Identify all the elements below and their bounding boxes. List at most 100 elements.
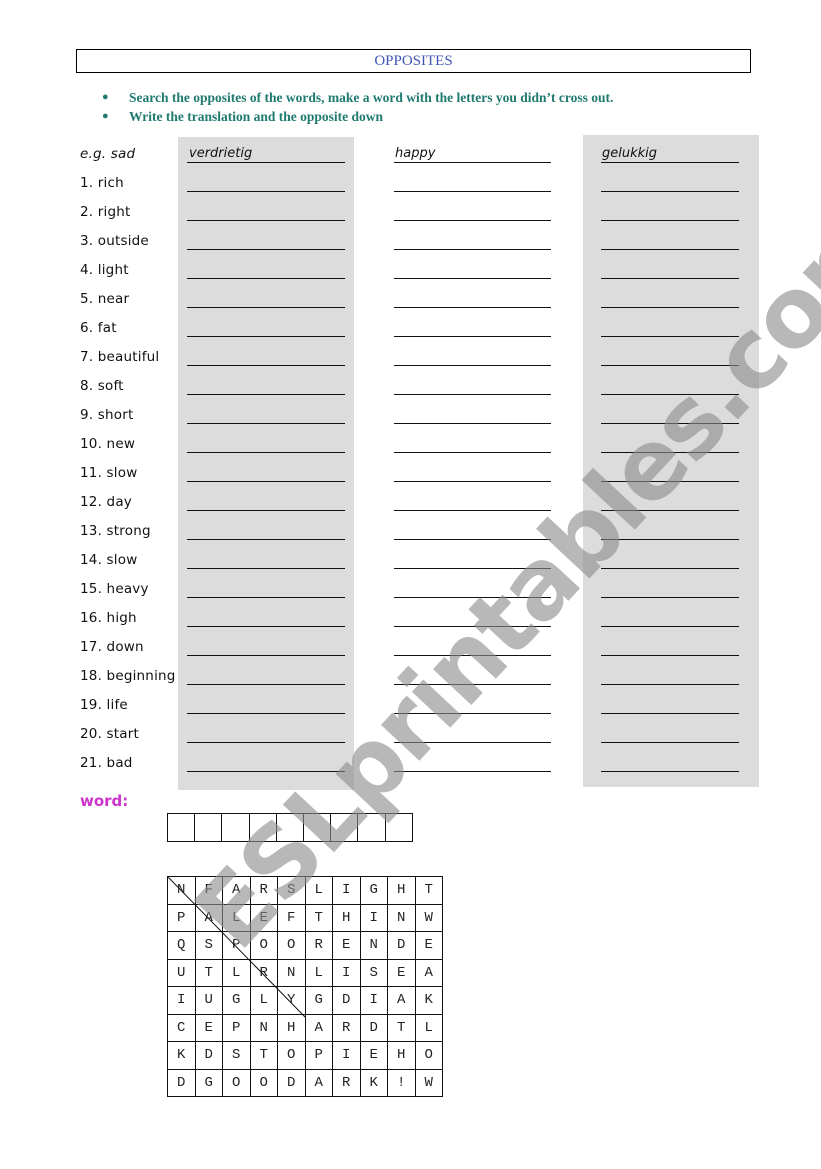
answer-line-opposite-translation[interactable]	[601, 771, 739, 772]
answer-line-opposite[interactable]	[394, 191, 551, 192]
grid-cell[interactable]: N	[167, 876, 196, 905]
answer-line-translation[interactable]	[187, 713, 345, 714]
grid-cell[interactable]: T	[387, 1013, 416, 1042]
grid-cell[interactable]: U	[194, 986, 223, 1015]
grid-cell[interactable]: E	[387, 958, 416, 987]
grid-cell[interactable]: O	[414, 1041, 443, 1070]
answer-line-opposite[interactable]	[394, 626, 551, 627]
grid-cell[interactable]: K	[359, 1068, 388, 1097]
answer-line-opposite-translation[interactable]	[601, 307, 739, 308]
grid-cell[interactable]: E	[332, 931, 361, 960]
answer-line-opposite-translation[interactable]	[601, 278, 739, 279]
answer-line-opposite-translation[interactable]	[601, 626, 739, 627]
grid-cell[interactable]: R	[332, 1068, 361, 1097]
answer-line-opposite-translation[interactable]	[601, 423, 739, 424]
answer-line-translation[interactable]	[187, 597, 345, 598]
grid-cell[interactable]: H	[277, 1013, 306, 1042]
grid-cell[interactable]: U	[167, 958, 196, 987]
answer-line-opposite-translation[interactable]	[601, 481, 739, 482]
word-letter-box[interactable]	[250, 814, 277, 841]
grid-cell[interactable]: L	[304, 876, 333, 905]
grid-cell[interactable]: L	[222, 958, 251, 987]
answer-line-opposite-translation[interactable]	[601, 684, 739, 685]
grid-cell[interactable]: W	[414, 1068, 443, 1097]
answer-line-opposite[interactable]	[394, 278, 551, 279]
answer-line-opposite-translation[interactable]	[601, 597, 739, 598]
answer-line-opposite-translation[interactable]	[601, 336, 739, 337]
grid-cell[interactable]: O	[277, 1041, 306, 1070]
grid-cell[interactable]: P	[304, 1041, 333, 1070]
grid-cell[interactable]: P	[222, 931, 251, 960]
answer-line-opposite-translation[interactable]	[601, 220, 739, 221]
grid-cell[interactable]: S	[194, 931, 223, 960]
grid-cell[interactable]: T	[249, 1041, 278, 1070]
word-letter-box[interactable]	[195, 814, 223, 841]
grid-cell[interactable]: I	[332, 958, 361, 987]
answer-line-translation[interactable]	[187, 684, 345, 685]
answer-line-opposite-translation[interactable]	[601, 191, 739, 192]
answer-line-opposite-translation[interactable]	[601, 568, 739, 569]
grid-cell[interactable]: Y	[277, 986, 306, 1015]
grid-cell[interactable]: Q	[167, 931, 196, 960]
grid-cell[interactable]: D	[167, 1068, 196, 1097]
answer-line-opposite-translation[interactable]	[601, 452, 739, 453]
grid-cell[interactable]: N	[387, 903, 416, 932]
answer-line-translation[interactable]	[187, 307, 345, 308]
answer-line-opposite[interactable]	[394, 655, 551, 656]
answer-line-translation[interactable]	[187, 539, 345, 540]
grid-cell[interactable]: W	[414, 903, 443, 932]
grid-cell[interactable]: H	[387, 876, 416, 905]
answer-line-opposite-translation[interactable]	[601, 365, 739, 366]
grid-cell[interactable]: I	[332, 876, 361, 905]
grid-cell[interactable]: R	[304, 931, 333, 960]
answer-line-opposite[interactable]	[394, 713, 551, 714]
answer-line-opposite[interactable]	[394, 365, 551, 366]
answer-line-translation[interactable]	[187, 655, 345, 656]
grid-cell[interactable]: E	[414, 931, 443, 960]
answer-line-opposite[interactable]	[394, 394, 551, 395]
answer-line-opposite-translation[interactable]	[601, 742, 739, 743]
grid-cell[interactable]: H	[332, 903, 361, 932]
grid-cell[interactable]: R	[249, 958, 278, 987]
answer-line-opposite-translation[interactable]	[601, 539, 739, 540]
grid-cell[interactable]: !	[387, 1068, 416, 1097]
answer-line-translation[interactable]	[187, 568, 345, 569]
grid-cell[interactable]: R	[249, 876, 278, 905]
grid-cell[interactable]: E	[249, 903, 278, 932]
grid-cell[interactable]: S	[359, 958, 388, 987]
grid-cell[interactable]: L	[222, 903, 251, 932]
grid-cell[interactable]: O	[249, 931, 278, 960]
grid-cell[interactable]: N	[277, 958, 306, 987]
grid-cell[interactable]: P	[167, 903, 196, 932]
word-letter-box[interactable]	[304, 814, 332, 841]
answer-line-opposite-translation[interactable]	[601, 394, 739, 395]
grid-cell[interactable]: H	[387, 1041, 416, 1070]
grid-cell[interactable]: D	[194, 1041, 223, 1070]
answer-line-translation[interactable]	[187, 191, 345, 192]
grid-cell[interactable]: R	[332, 1013, 361, 1042]
answer-line-opposite-translation[interactable]	[601, 713, 739, 714]
word-letter-box[interactable]	[222, 814, 250, 841]
grid-cell[interactable]: D	[277, 1068, 306, 1097]
word-letter-box[interactable]	[386, 814, 413, 841]
grid-cell[interactable]: A	[304, 1013, 333, 1042]
answer-line-opposite[interactable]	[394, 771, 551, 772]
answer-line-opposite[interactable]	[394, 249, 551, 250]
answer-line-translation[interactable]	[187, 249, 345, 250]
answer-line-translation[interactable]	[187, 626, 345, 627]
word-letter-box[interactable]	[358, 814, 386, 841]
answer-line-translation[interactable]	[187, 742, 345, 743]
answer-line-opposite-translation[interactable]	[601, 249, 739, 250]
answer-line-opposite[interactable]	[394, 452, 551, 453]
grid-cell[interactable]: C	[167, 1013, 196, 1042]
answer-line-opposite[interactable]	[394, 307, 551, 308]
grid-cell[interactable]: D	[387, 931, 416, 960]
grid-cell[interactable]: D	[359, 1013, 388, 1042]
answer-line-translation[interactable]	[187, 452, 345, 453]
grid-cell[interactable]: E	[359, 1041, 388, 1070]
grid-cell[interactable]: I	[359, 903, 388, 932]
answer-line-translation[interactable]	[187, 510, 345, 511]
grid-cell[interactable]: O	[277, 931, 306, 960]
word-letter-box[interactable]	[277, 814, 304, 841]
grid-cell[interactable]: T	[304, 903, 333, 932]
